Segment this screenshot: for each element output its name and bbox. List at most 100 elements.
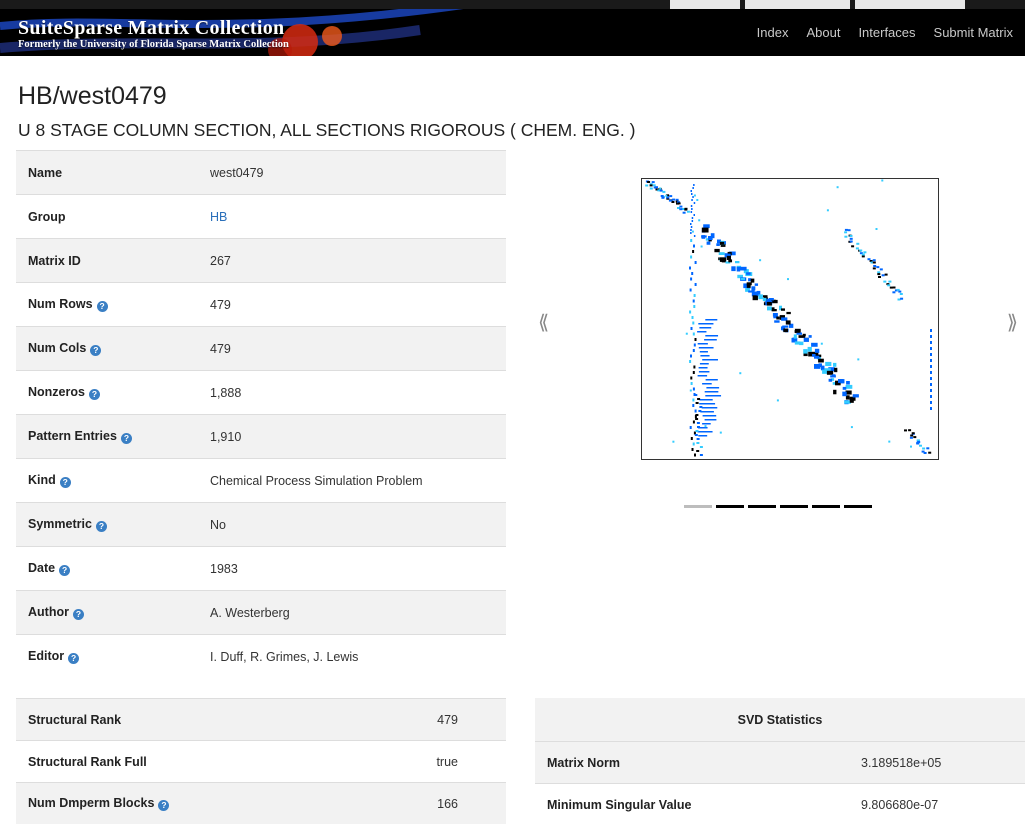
info-row: Nonzeros?1,888: [16, 371, 506, 415]
spy-mark: [693, 184, 695, 186]
nav-about[interactable]: About: [806, 25, 840, 40]
spy-mark: [922, 448, 925, 450]
chevron-left-icon[interactable]: ⟪: [538, 310, 549, 335]
info-row: Editor?I. Duff, R. Grimes, J. Lewis: [16, 635, 506, 679]
spy-mark: [833, 390, 836, 394]
spy-mark: [834, 368, 837, 372]
carousel-indicator[interactable]: [716, 505, 744, 508]
rank-value: 166: [344, 783, 506, 825]
spy-mark: [811, 343, 818, 347]
spy-mark: [692, 250, 694, 253]
spy-mark: [924, 452, 927, 454]
spy-mark: [740, 267, 747, 271]
spy-mark: [825, 362, 831, 366]
carousel-indicator[interactable]: [684, 505, 712, 508]
info-label: Date: [28, 561, 55, 575]
spy-mark: [926, 447, 929, 449]
nav-index[interactable]: Index: [757, 25, 789, 40]
help-icon[interactable]: ?: [121, 433, 132, 444]
spy-mark: [705, 419, 717, 421]
spy-mark: [687, 211, 690, 213]
spy-mark: [691, 437, 693, 440]
chevron-right-icon[interactable]: ⟫: [1007, 310, 1018, 335]
carousel-indicator[interactable]: [812, 505, 840, 508]
spy-mark: [881, 180, 883, 182]
spy-mark: [873, 259, 876, 261]
spy-mark: [873, 262, 876, 264]
spy-mark: [794, 334, 797, 338]
spy-mark: [910, 446, 912, 448]
spy-mark: [698, 431, 713, 433]
spy-mark: [862, 255, 865, 257]
carousel-indicator[interactable]: [780, 505, 808, 508]
brand-subtitle: Formerly the University of Florida Spars…: [18, 39, 289, 51]
spy-mark: [692, 217, 694, 219]
svd-value: 3.189518e+05: [849, 742, 1025, 784]
spy-mark: [727, 256, 731, 260]
help-icon[interactable]: ?: [97, 301, 108, 312]
help-icon[interactable]: ?: [59, 565, 70, 576]
nav-submit-matrix[interactable]: Submit Matrix: [934, 25, 1013, 40]
info-value: 479: [210, 342, 231, 356]
spy-mark: [683, 212, 686, 214]
spy-mark: [767, 302, 772, 306]
spy-mark: [703, 415, 717, 417]
spy-mark: [910, 435, 913, 437]
spy-mark: [647, 181, 650, 183]
carousel-indicator[interactable]: [844, 505, 872, 508]
spy-mark: [878, 276, 881, 278]
spy-mark: [728, 259, 732, 262]
spy-mark: [705, 395, 721, 397]
spy-mark: [690, 426, 692, 429]
spy-mark: [650, 188, 653, 190]
spy-mark: [857, 358, 859, 360]
spy-mark: [696, 442, 699, 444]
spy-mark: [690, 256, 692, 259]
info-value: No: [210, 518, 226, 532]
spy-mark: [665, 195, 667, 197]
spy-mark: [696, 402, 699, 404]
spy-mark: [880, 268, 883, 270]
spy-mark: [693, 245, 695, 248]
spy-mark: [693, 305, 695, 308]
spy-mark: [803, 334, 806, 337]
spy-mark: [700, 399, 713, 401]
spy-mark: [693, 333, 695, 336]
spy-mark: [827, 371, 833, 375]
spy-mark: [676, 199, 679, 201]
spy-mark: [873, 267, 876, 269]
spy-mark: [694, 235, 696, 237]
info-row: Symmetric?No: [16, 503, 506, 547]
help-icon[interactable]: ?: [96, 521, 107, 532]
help-icon[interactable]: ?: [158, 800, 169, 811]
spy-mark: [930, 335, 932, 338]
spy-mark: [853, 394, 859, 397]
spy-mark: [815, 349, 819, 353]
spy-mark: [833, 363, 836, 367]
spy-mark: [689, 267, 691, 270]
spy-mark: [691, 199, 693, 201]
svd-label: Minimum Singular Value: [535, 784, 849, 825]
help-icon[interactable]: ?: [89, 389, 100, 400]
carousel-indicator[interactable]: [748, 505, 776, 508]
spy-mark: [862, 254, 865, 256]
spy-mark: [850, 235, 853, 237]
spy-mark: [697, 422, 700, 424]
spy-mark: [873, 265, 876, 267]
spy-mark: [655, 186, 658, 188]
spy-mark: [888, 281, 891, 283]
info-label: Pattern Entries: [28, 429, 117, 443]
spy-mark: [751, 286, 755, 290]
spy-mark: [660, 190, 663, 192]
help-icon[interactable]: ?: [60, 477, 71, 488]
help-icon[interactable]: ?: [68, 653, 79, 664]
help-icon[interactable]: ?: [90, 345, 101, 356]
group-link[interactable]: HB: [210, 210, 227, 224]
help-icon[interactable]: ?: [73, 609, 84, 620]
spy-mark: [763, 295, 768, 297]
spy-mark: [698, 219, 700, 221]
info-row: Author?A. Westerberg: [16, 591, 506, 635]
spy-mark: [691, 193, 693, 195]
brand[interactable]: SuiteSparse Matrix Collection Formerly t…: [18, 18, 289, 51]
nav-interfaces[interactable]: Interfaces: [858, 25, 915, 40]
